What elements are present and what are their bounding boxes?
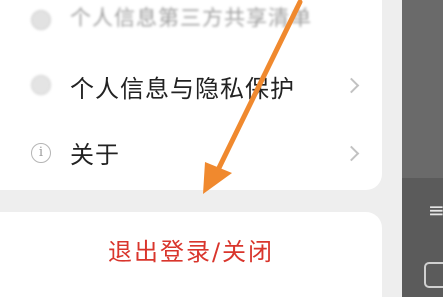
menu-item-about[interactable]: i 关于 <box>0 122 382 186</box>
menu-item-label: 个人信息第三方共享清单 <box>70 6 312 30</box>
chevron-right-icon <box>343 145 360 162</box>
menu-item-label: 关于 <box>70 141 120 169</box>
list-icon <box>31 10 51 30</box>
privacy-icon <box>31 75 51 95</box>
background-panel-box <box>424 262 443 288</box>
logout-card: 退出登录/关闭 <box>0 212 382 297</box>
logout-button[interactable]: 退出登录/关闭 <box>0 232 382 267</box>
background-panel-glyph: ≡ <box>428 198 443 222</box>
info-icon: i <box>31 143 51 163</box>
menu-item-label: 个人信息与隐私保护 <box>70 75 295 103</box>
settings-menu-card: 个人信息第三方共享清单 个人信息与隐私保护 i 关于 <box>0 0 382 190</box>
menu-item-privacy-protection[interactable]: 个人信息与隐私保护 <box>0 56 382 120</box>
menu-item-third-party-sharing-list[interactable]: 个人信息第三方共享清单 <box>0 0 382 54</box>
chevron-right-icon <box>343 77 360 94</box>
background-panel-upper <box>402 0 443 178</box>
